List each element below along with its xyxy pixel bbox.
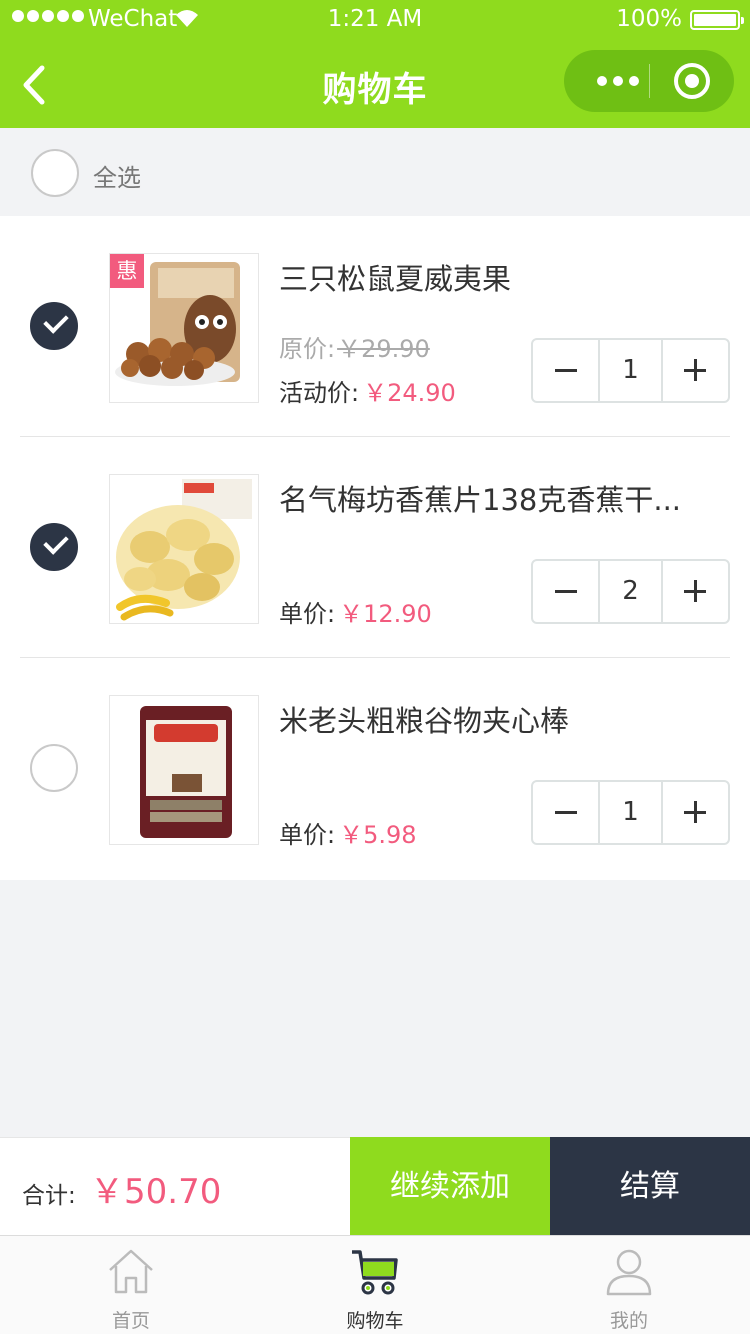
- close-miniprogram-icon[interactable]: [674, 63, 710, 99]
- cart-item: 米老头粗粮谷物夹心棒 单价: ￥5.98 1: [0, 658, 750, 879]
- tab-label: 首页: [111, 1310, 150, 1332]
- item-checkbox[interactable]: [30, 523, 78, 571]
- price-value: ￥24.90: [363, 379, 456, 407]
- product-image[interactable]: [109, 474, 259, 624]
- product-name[interactable]: 三只松鼠夏威夷果: [279, 256, 719, 298]
- top-bar: WeChat 1:21 AM 100% 购物车: [0, 0, 750, 128]
- original-price-value: ￥29.90: [337, 335, 430, 363]
- tab-bar: 首页 购物车 我的: [0, 1235, 750, 1334]
- original-price: 原价:￥29.90: [279, 329, 430, 364]
- tab-profile[interactable]: 我的: [504, 1236, 750, 1334]
- tab-cart[interactable]: 购物车: [250, 1236, 500, 1334]
- product-name[interactable]: 名气梅坊香蕉片138克香蕉干...: [279, 477, 719, 519]
- quantity-stepper: 1: [531, 338, 730, 403]
- item-price: 单价: ￥12.90: [279, 594, 432, 629]
- mini-program-capsule: [564, 50, 734, 112]
- total-label: 合计:: [22, 1183, 76, 1209]
- total-price: ￥50.70: [90, 1172, 222, 1212]
- cart-item: 惠 三只松鼠夏威夷果 原价:￥29.90 活动价: ￥24.90 1: [0, 216, 750, 437]
- tab-label: 我的: [609, 1310, 648, 1332]
- product-image[interactable]: [109, 695, 259, 845]
- item-price: 单价: ￥5.98: [279, 815, 417, 850]
- banana-chips-image: [116, 479, 252, 621]
- battery-icon: [690, 10, 744, 30]
- increase-button[interactable]: [663, 561, 728, 622]
- checkout-button[interactable]: 结算: [550, 1137, 750, 1236]
- cart-list: 惠 三只松鼠夏威夷果 原价:￥29.90 活动价: ￥24.90 1 名气梅坊香…: [0, 216, 750, 880]
- price-label: 活动价:: [279, 379, 360, 407]
- price-value: ￥12.90: [339, 600, 432, 628]
- item-checkbox[interactable]: [30, 744, 78, 792]
- price-label: 单价:: [279, 600, 336, 628]
- status-bar: WeChat 1:21 AM 100%: [0, 0, 750, 40]
- user-icon: [606, 1249, 652, 1296]
- item-checkbox[interactable]: [30, 302, 78, 350]
- checkout-bar: 合计: ￥50.70 继续添加 结算: [0, 1137, 750, 1236]
- increase-button[interactable]: [663, 782, 728, 843]
- product-image[interactable]: 惠: [109, 253, 259, 403]
- snack-bar-image: [140, 706, 232, 838]
- original-price-label: 原价:: [279, 335, 336, 363]
- quantity-value[interactable]: 1: [598, 782, 663, 843]
- capsule-divider: [649, 64, 650, 98]
- more-icon[interactable]: [588, 50, 648, 112]
- home-icon: [109, 1249, 153, 1294]
- quantity-stepper: 1: [531, 780, 730, 845]
- item-price: 活动价: ￥24.90: [279, 373, 456, 408]
- select-all-row[interactable]: 全选: [0, 128, 750, 216]
- tab-home[interactable]: 首页: [6, 1236, 256, 1334]
- decrease-button[interactable]: [533, 561, 598, 622]
- cart-item: 名气梅坊香蕉片138克香蕉干... 单价: ￥12.90 2: [0, 437, 750, 658]
- product-name[interactable]: 米老头粗粮谷物夹心棒: [279, 698, 719, 740]
- increase-button[interactable]: [663, 340, 728, 401]
- decrease-button[interactable]: [533, 340, 598, 401]
- select-all-checkbox[interactable]: [31, 149, 79, 197]
- cart-icon: [352, 1250, 398, 1295]
- price-label: 单价:: [279, 821, 336, 849]
- quantity-value[interactable]: 1: [598, 340, 663, 401]
- select-all-label: 全选: [93, 164, 141, 192]
- price-value: ￥5.98: [339, 821, 417, 849]
- tab-label: 购物车: [346, 1310, 404, 1332]
- battery-percent: 100%: [616, 6, 682, 32]
- quantity-stepper: 2: [531, 559, 730, 624]
- continue-adding-button[interactable]: 继续添加: [350, 1137, 550, 1236]
- quantity-value[interactable]: 2: [598, 561, 663, 622]
- decrease-button[interactable]: [533, 782, 598, 843]
- discount-badge: 惠: [110, 254, 144, 288]
